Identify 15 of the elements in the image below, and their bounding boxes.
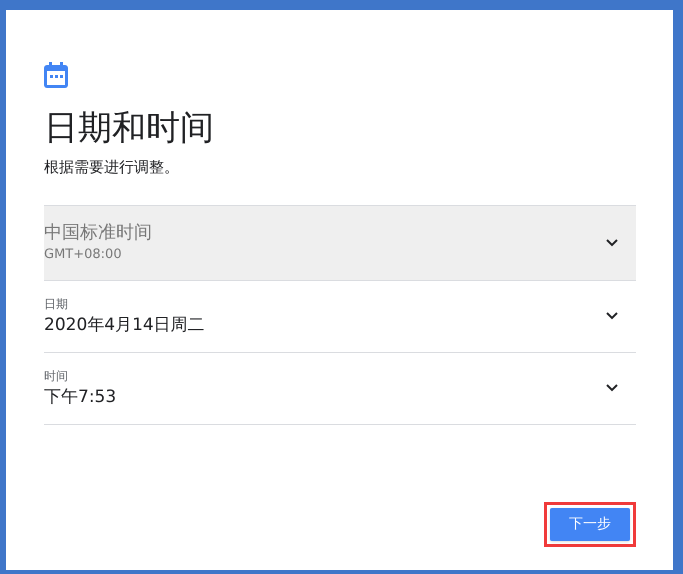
chevron-down-icon [606,384,618,392]
setting-dropdown[interactable]: 日期 2020年4月14日周二 [44,280,636,352]
chevron-down-icon [606,238,618,246]
setting-dropdown[interactable]: 时间 下午7:53 [44,352,636,424]
page-title: 日期和时间 [44,108,214,148]
page-subtitle: 根据需要进行调整。 [44,157,179,178]
calendar-icon [44,62,68,88]
timezone-value: 中国标准时间 [44,220,152,245]
field-value: 2020年4月14日周二 [44,314,205,337]
field-value: 下午7:53 [44,386,116,409]
field-label: 时间 [44,368,69,385]
timezone-offset: GMT+08:00 [44,246,123,264]
field-label: 日期 [44,296,69,313]
next-button[interactable]: 下一步 [550,508,630,541]
chevron-down-icon [606,312,618,320]
